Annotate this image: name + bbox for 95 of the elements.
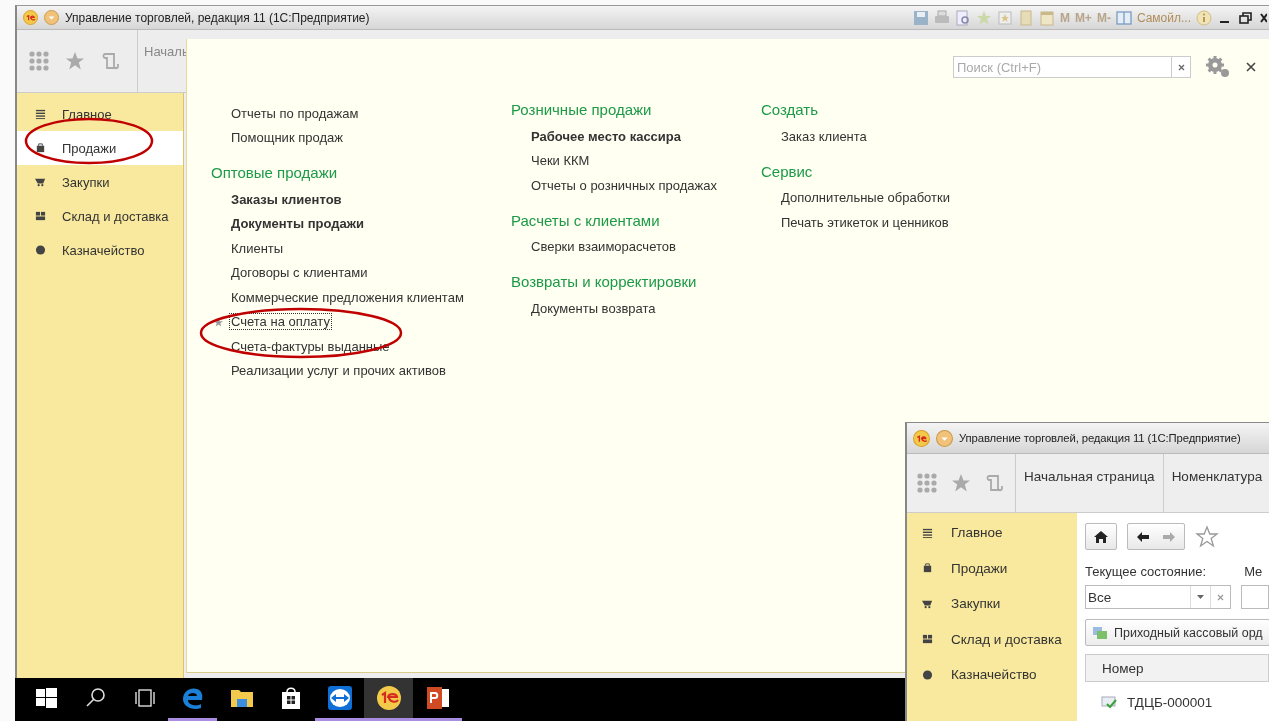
folder-icon[interactable] (230, 690, 253, 707)
task-view-icon[interactable] (134, 689, 155, 707)
warehouse-icon (922, 633, 933, 646)
forward-arrow-icon[interactable] (1162, 530, 1176, 543)
star-icon[interactable] (951, 473, 971, 493)
close-icon[interactable] (1245, 61, 1257, 73)
preview-icon[interactable] (954, 9, 971, 26)
star-outline-icon[interactable] (1195, 524, 1219, 549)
menu-link[interactable]: Помощник продаж (229, 129, 345, 147)
search-field[interactable]: Поиск (Ctrl+F) (953, 56, 1171, 78)
filter-field[interactable] (1240, 585, 1269, 609)
menu-link[interactable]: Заказы клиентов (229, 190, 344, 208)
page-tab[interactable]: Номенклатура (1163, 454, 1269, 512)
home-button[interactable] (1085, 523, 1117, 550)
restore-icon[interactable] (1238, 9, 1254, 26)
menu-link[interactable]: Договоры с клиентами (229, 264, 370, 282)
menu-link[interactable]: Документы продажи (229, 215, 366, 233)
menu-link[interactable]: Сверки взаиморасчетов (529, 238, 678, 256)
warehouse-icon (35, 210, 46, 222)
settings-icon[interactable] (1205, 55, 1231, 79)
main-icon (35, 108, 46, 120)
menu-link[interactable]: Чеки ККМ (529, 152, 592, 170)
grid-menu-icon[interactable] (29, 51, 49, 71)
sidebar-item[interactable]: Казначейство (907, 657, 1077, 693)
onec-logo-icon (913, 429, 930, 447)
sidebar-item[interactable]: Продажи (907, 550, 1077, 586)
onec-logo-icon[interactable] (376, 686, 401, 710)
star-icon[interactable] (65, 51, 85, 71)
clear-icon[interactable] (1216, 593, 1224, 601)
shopping-bag-icon[interactable] (281, 687, 300, 709)
sidebar-item[interactable]: Склад и доставка (907, 621, 1077, 657)
e-letter-icon[interactable] (182, 688, 202, 709)
double-arrow-icon[interactable] (327, 686, 352, 710)
history-icon[interactable] (985, 473, 1005, 493)
sales-icon (922, 562, 933, 575)
back-forward-buttons[interactable] (1127, 523, 1185, 550)
posted-document-icon (1101, 695, 1117, 709)
sidebar-item[interactable]: Главное (907, 515, 1077, 551)
star-add-icon[interactable] (975, 9, 992, 26)
filter-label: Ме (1244, 564, 1263, 579)
back-arrow-icon[interactable] (1136, 530, 1150, 543)
bookmark-icon[interactable] (996, 9, 1013, 26)
menu-link[interactable]: Документы возврата (529, 299, 658, 317)
grid-menu-icon[interactable] (917, 473, 937, 493)
menu-link[interactable]: Клиенты (229, 239, 286, 257)
main-icon (922, 526, 933, 539)
save-icon[interactable] (912, 9, 929, 26)
dropdown-circle-icon[interactable] (936, 429, 953, 447)
menu-link[interactable]: Печать этикеток и ценников (779, 213, 951, 231)
table-cell: ТДЦБ-000001 (1127, 694, 1213, 710)
print-icon[interactable] (933, 9, 950, 26)
sales-icon (35, 142, 46, 154)
sidebar-item[interactable]: Склад и доставка (17, 199, 183, 233)
sidebar-item[interactable]: Продажи (17, 131, 183, 165)
clear-icon[interactable] (1177, 63, 1185, 71)
menu-link[interactable]: Рабочее место кассира (529, 127, 683, 145)
create-document-button[interactable]: Приходный кассовый орд (1085, 619, 1269, 646)
document-icon[interactable] (1092, 625, 1108, 640)
info-icon[interactable] (1196, 9, 1212, 26)
page-tab[interactable]: Начальная страница (1016, 454, 1164, 512)
menu-link[interactable]: Счета на оплату (229, 313, 332, 331)
sidebar-item[interactable]: Казначейство (17, 233, 183, 267)
windows-logo-icon[interactable] (35, 688, 57, 708)
filter-label: Текущее состояние: (1085, 564, 1207, 579)
slides-app-icon[interactable] (426, 687, 449, 709)
menu-link[interactable]: Коммерческие предложения клиентам (229, 288, 466, 306)
menu-link[interactable]: Отчеты по продажам (229, 104, 361, 122)
window-title: Управление торговлей, редакция 11 (1С:Предприятие) (959, 432, 1241, 444)
status-select-field[interactable]: Все (1085, 585, 1231, 609)
sidebar-item[interactable]: Закупки (17, 165, 183, 199)
caret-icon[interactable] (1196, 594, 1204, 600)
menu-link[interactable]: Дополнительные обработки (779, 189, 952, 207)
treasury-icon (922, 668, 933, 681)
calendar-icon[interactable] (1038, 9, 1055, 26)
section-heading: Расчеты с клиентами (511, 211, 661, 229)
section-heading: Оптовые продажи (211, 164, 339, 181)
home-icon[interactable] (1094, 530, 1108, 543)
section-heading: Сервис (761, 162, 814, 180)
menu-link[interactable]: Отчеты о розничных продажах (529, 176, 719, 194)
panel-layout-icon[interactable] (1115, 9, 1132, 26)
column-header[interactable]: Номер (1102, 660, 1144, 676)
purchases-icon (35, 176, 46, 188)
section-heading: Возвраты и корректировки (511, 273, 698, 290)
onec-logo-icon (23, 10, 38, 25)
search-icon[interactable] (85, 688, 105, 707)
section-heading: Создать (761, 101, 819, 118)
window-title: Управление торговлей, редакция 11 (1С:Предприятие) (65, 10, 370, 25)
dropdown-circle-icon[interactable] (44, 10, 59, 25)
section-heading: Розничные продажи (511, 101, 653, 118)
clear-button[interactable] (1171, 56, 1191, 78)
treasury-icon (35, 244, 46, 256)
history-icon[interactable] (101, 51, 121, 71)
sidebar-item[interactable]: Закупки (907, 586, 1077, 622)
menu-link[interactable]: Реализации услуг и прочих активов (229, 362, 448, 380)
menu-link[interactable]: Заказ клиента (779, 127, 869, 145)
